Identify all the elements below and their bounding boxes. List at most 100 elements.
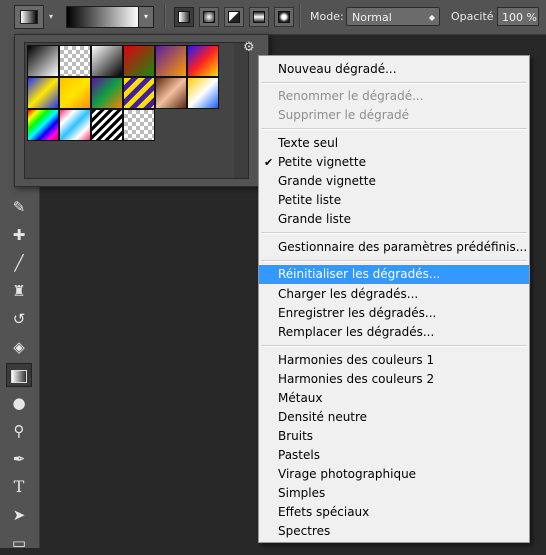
checkmark-icon: ✔ <box>264 156 274 169</box>
menu-item-reset-gradients[interactable]: Réinitialiser les dégradés... <box>259 265 529 284</box>
mode-select[interactable]: Normal ◆ <box>346 7 440 26</box>
menu-item-spectrums[interactable]: Spectres <box>259 522 529 541</box>
angle-gradient-button[interactable] <box>224 7 244 27</box>
menu-item-load-gradients[interactable]: Charger les dégradés... <box>259 285 529 304</box>
menu-item-small-list[interactable]: Petite liste <box>259 191 529 210</box>
menu-item-neutral-density[interactable]: Densité neutre <box>259 408 529 427</box>
menu-item-color-harmonies-1[interactable]: Harmonies des couleurs 1 <box>259 351 529 370</box>
divider <box>164 4 166 28</box>
picker-scrollbar[interactable] <box>234 42 249 179</box>
gradient-swatch[interactable] <box>187 77 219 109</box>
menu-item-pastels[interactable]: Pastels <box>259 446 529 465</box>
pen-tool[interactable]: ✒ <box>6 447 32 471</box>
menu-item-new-gradient[interactable]: Nouveau dégradé... <box>259 60 529 79</box>
menu-item-label: Petite vignette <box>278 155 366 169</box>
rectangle-shape-icon: ▭ <box>11 534 27 552</box>
menu-item-preset-manager[interactable]: Gestionnaire des paramètres prédéfinis..… <box>259 238 529 257</box>
menu-item-noise[interactable]: Bruits <box>259 427 529 446</box>
menu-item-special-effects[interactable]: Effets spéciaux <box>259 503 529 522</box>
brush-tool[interactable]: ╱ <box>6 251 32 275</box>
pen-icon: ✒ <box>12 450 26 468</box>
linear-gradient-button[interactable] <box>174 7 194 27</box>
gradient-swatch[interactable] <box>155 77 187 109</box>
menu-item-photographic-toning[interactable]: Virage photographique <box>259 465 529 484</box>
gradient-swatch[interactable] <box>187 45 219 77</box>
gradient-swatch[interactable] <box>123 109 155 141</box>
opacity-input[interactable]: 100 % <box>497 7 539 26</box>
gradient-swatch[interactable] <box>59 109 91 141</box>
rectangle-shape-tool[interactable]: ▭ <box>6 531 32 555</box>
radial-gradient-button[interactable] <box>199 7 219 27</box>
reflected-gradient-icon <box>253 11 265 23</box>
menu-item-metals[interactable]: Métaux <box>259 389 529 408</box>
up-down-arrows-icon: ◆ <box>428 13 435 22</box>
type-icon: T <box>13 477 25 496</box>
clone-stamp-tool[interactable]: ♜ <box>6 279 32 303</box>
eraser-tool[interactable]: ◈ <box>6 335 32 359</box>
history-brush-icon: ↺ <box>12 310 26 328</box>
chevron-down-icon: ▾ <box>48 12 53 21</box>
gradient-swatch[interactable] <box>91 45 123 77</box>
radial-gradient-icon <box>203 11 215 23</box>
gradient-swatch-grid <box>24 42 236 179</box>
dodge-icon: ⚲ <box>13 422 25 440</box>
gradient-swatch[interactable] <box>123 45 155 77</box>
gradient-swatch[interactable] <box>59 45 91 77</box>
path-selection-tool[interactable]: ➤ <box>6 503 32 527</box>
angle-gradient-icon <box>228 11 240 23</box>
gradient-swatch[interactable] <box>91 109 123 141</box>
eyedropper-tool[interactable]: ✎ <box>6 195 32 219</box>
menu-item-text-only[interactable]: Texte seul <box>259 134 529 153</box>
gradient-tool[interactable] <box>6 363 32 387</box>
menu-item-save-gradients[interactable]: Enregistrer les dégradés... <box>259 304 529 323</box>
mode-label: Mode: <box>310 10 344 23</box>
gradient-picker-panel: ⚙ <box>14 34 269 187</box>
menu-item-delete-gradient[interactable]: Supprimer le dégradé <box>259 106 529 125</box>
clone-stamp-icon: ♜ <box>12 282 26 300</box>
gradient-dropdown-button[interactable]: ▾ <box>138 6 154 28</box>
path-selection-icon: ➤ <box>12 506 26 524</box>
gradient-swatch[interactable] <box>123 77 155 109</box>
tool-preset-picker[interactable]: ▾ <box>14 5 53 29</box>
menu-item-large-thumbnail[interactable]: Grande vignette <box>259 172 529 191</box>
menu-item-color-harmonies-2[interactable]: Harmonies des couleurs 2 <box>259 370 529 389</box>
menu-item-simple[interactable]: Simples <box>259 484 529 503</box>
menu-item-rename-gradient[interactable]: Renommer le dégradé... <box>259 87 529 106</box>
divider <box>299 4 301 28</box>
gradient-swatch[interactable] <box>155 45 187 77</box>
menu-divider <box>261 345 527 347</box>
diamond-gradient-button[interactable] <box>274 7 294 27</box>
gradient-tool-icon <box>20 10 38 24</box>
history-brush-tool[interactable]: ↺ <box>6 307 32 331</box>
eyedropper-icon: ✎ <box>12 198 26 216</box>
menu-item-large-list[interactable]: Grande liste <box>259 210 529 229</box>
healing-brush-tool[interactable]: ✚ <box>6 223 32 247</box>
gradient-swatch[interactable] <box>91 77 123 109</box>
blur-tool[interactable]: ● <box>6 391 32 415</box>
gradient-preview[interactable] <box>66 6 140 28</box>
gradient-swatch[interactable] <box>27 77 59 109</box>
brush-icon: ╱ <box>14 254 24 272</box>
menu-item-replace-gradients[interactable]: Remplacer les dégradés... <box>259 323 529 342</box>
type-tool[interactable]: T <box>6 475 32 499</box>
blur-icon: ● <box>12 394 26 412</box>
mode-value: Normal <box>352 11 392 24</box>
gradient-swatch[interactable] <box>27 45 59 77</box>
gear-icon[interactable]: ⚙ <box>243 40 255 55</box>
healing-brush-icon: ✚ <box>12 226 26 244</box>
menu-divider <box>261 260 527 262</box>
dodge-tool[interactable]: ⚲ <box>6 419 32 443</box>
options-bar: ▾ ▾ Mode: Normal ◆ Opacité : 100 % <box>0 0 546 35</box>
gradient-swatch[interactable] <box>59 77 91 109</box>
menu-item-small-thumbnail[interactable]: ✔ Petite vignette <box>259 153 529 172</box>
menu-divider <box>261 232 527 234</box>
eraser-icon: ◈ <box>13 338 25 356</box>
opacity-label: Opacité : <box>451 10 501 23</box>
gradient-picker-menu: Nouveau dégradé... Renommer le dégradé..… <box>258 55 530 543</box>
menu-divider <box>261 128 527 130</box>
linear-gradient-icon <box>178 11 190 23</box>
menu-divider <box>261 82 527 84</box>
gradient-swatch[interactable] <box>27 109 59 141</box>
diamond-gradient-icon <box>278 11 290 23</box>
reflected-gradient-button[interactable] <box>249 7 269 27</box>
